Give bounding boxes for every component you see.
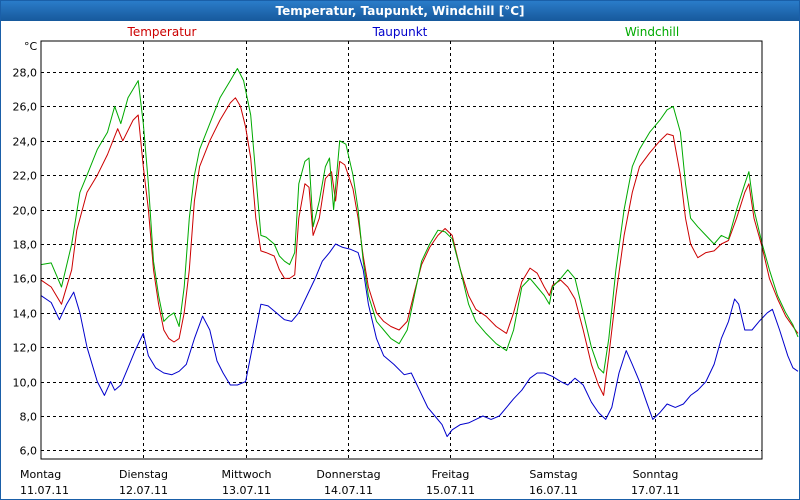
x-tick-date: 17.07.11 [631,484,680,497]
series-line-windchill [40,68,799,374]
legend-windchill: Windchill [625,25,679,39]
chart-canvas: 6,0 8,0 10,0 12,0 14,0 16,0 18,0 20,0 22,0 24,0 26… [13,25,799,497]
y-tick-label: 12,0 [13,342,38,355]
plot-border [40,40,763,460]
y-tick-label: 6,0 [20,445,38,458]
y-tick-label: 8,0 [20,411,38,424]
y-tick-label: 18,0 [13,239,38,252]
legend-taupunkt: Taupunkt [372,25,428,39]
legend-temperatur: Temperatur [127,25,197,39]
y-tick-label: 10,0 [13,377,38,390]
series-line-temperatur [40,97,799,396]
y-tick-label: 16,0 [13,273,38,286]
y-tick-label: 26,0 [13,101,38,114]
grid [41,41,762,459]
x-tick-date: 13.07.11 [222,484,271,497]
y-axis-label: °C [24,40,38,53]
x-tick-date: 11.07.11 [20,484,69,497]
y-tick-label: 24,0 [13,136,38,149]
x-tick-day: Samstag [529,468,577,481]
x-tick-day: Sonntag [633,468,679,481]
x-tick-day: Mittwoch [222,468,272,481]
x-tick-day: Montag [20,468,61,481]
x-axis-ticks: Montag 11.07.11 Dienstag 12.07.11 Mittwoch 13… [20,468,680,497]
series-lines [40,68,799,438]
x-tick-day: Dienstag [119,468,168,481]
x-tick-date: 12.07.11 [119,484,168,497]
y-axis-ticks: 6,0 8,0 10,0 12,0 14,0 16,0 18,0 20,0 22,0 24,0 26… [13,67,38,458]
x-tick-date: 14.07.11 [324,484,373,497]
y-tick-label: 28,0 [13,67,38,80]
x-tick-date: 15.07.11 [426,484,475,497]
y-tick-label: 22,0 [13,170,38,183]
x-tick-date: 16.07.11 [529,484,578,497]
y-tick-label: 14,0 [13,308,38,321]
y-tick-label: 20,0 [13,205,38,218]
x-tick-day: Freitag [432,468,470,481]
x-tick-day: Donnerstag [316,468,380,481]
